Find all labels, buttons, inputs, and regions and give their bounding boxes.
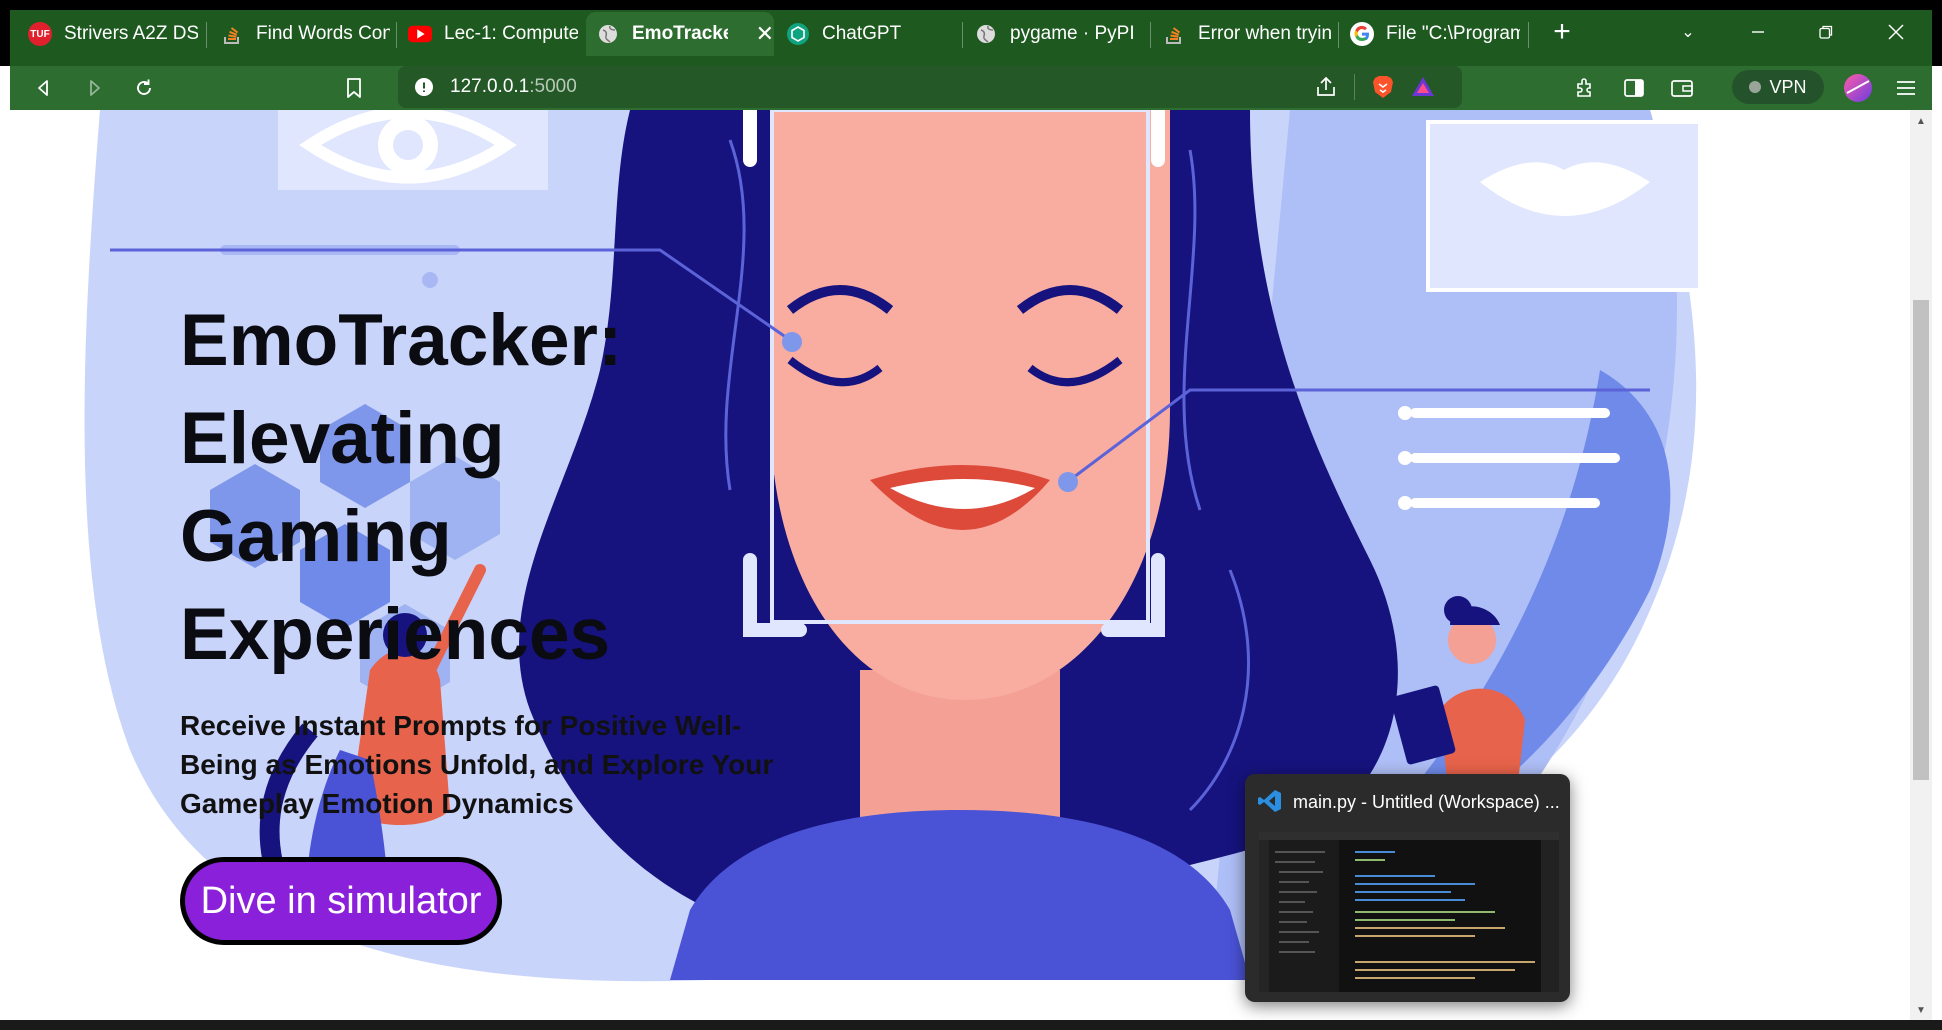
new-tab-button[interactable]: +: [1544, 14, 1580, 50]
tab-separator: [206, 22, 207, 48]
scroll-up-arrow-icon[interactable]: ▲: [1916, 116, 1926, 127]
site-info-icon[interactable]: [414, 77, 434, 102]
tab-search-chevron-icon[interactable]: ⌄: [1670, 14, 1706, 50]
tab-separator: [1338, 22, 1339, 48]
hero-title: EmoTracker: Elevating Gaming Experiences: [180, 300, 623, 675]
tuf-icon: TUF: [28, 22, 52, 46]
brave-rewards-icon[interactable]: [1410, 74, 1436, 105]
tab-separator: [1528, 22, 1529, 48]
tab-error[interactable]: Error when trying: [1162, 12, 1332, 56]
youtube-icon: [408, 22, 432, 46]
tab-separator: [962, 22, 963, 48]
menu-icon[interactable]: [1890, 72, 1922, 104]
forward-button[interactable]: [78, 72, 110, 104]
address-bar[interactable]: 127.0.0.1:5000: [398, 66, 1462, 108]
wallet-icon[interactable]: [1666, 72, 1698, 104]
extensions-icon[interactable]: [1570, 72, 1602, 104]
tab-label: Find Words Cont: [256, 23, 390, 44]
preview-window-title: main.py - Untitled (Workspace) ...: [1293, 792, 1560, 812]
toolbar-divider: [1354, 74, 1355, 100]
url-port: :5000: [529, 76, 577, 97]
hero-subtitle: Receive Instant Prompts for Positive Wel…: [180, 710, 774, 819]
brave-shields-icon[interactable]: [1370, 74, 1396, 105]
preview-thumbnail: [1259, 832, 1559, 992]
vscode-icon: [1257, 788, 1283, 819]
dive-in-simulator-button[interactable]: Dive in simulator: [180, 857, 502, 945]
tab-chatgpt[interactable]: ChatGPT: [786, 12, 956, 56]
url-host: 127.0.0.1: [450, 76, 530, 97]
tab-separator: [396, 22, 397, 48]
vpn-label: VPN: [1769, 76, 1807, 97]
tab-label: Strivers A2Z DSA: [64, 23, 198, 44]
share-icon[interactable]: [1314, 75, 1338, 104]
tab-find-words[interactable]: Find Words Cont: [220, 12, 390, 56]
profile-avatar[interactable]: [1842, 72, 1874, 104]
close-tab-icon[interactable]: ✕: [756, 21, 774, 47]
close-window-button[interactable]: [1878, 14, 1914, 50]
stack-overflow-icon: [220, 22, 244, 46]
bookmark-icon[interactable]: [338, 72, 370, 104]
restore-button[interactable]: [1808, 14, 1844, 50]
tab-separator: [1150, 22, 1151, 48]
back-button[interactable]: [28, 72, 60, 104]
tab-file-error[interactable]: File "C:\Program: [1350, 12, 1520, 56]
tab-label: EmoTracker: [632, 23, 728, 44]
tab-pygame[interactable]: pygame · PyPI: [974, 12, 1144, 56]
tab-label: Error when trying: [1198, 23, 1332, 44]
tab-label: Lec-1: Computer: [444, 23, 578, 44]
url-text: 127.0.0.1:5000: [450, 76, 577, 98]
tab-lecture[interactable]: Lec-1: Computer: [408, 12, 578, 56]
tab-label: ChatGPT: [822, 23, 902, 44]
vpn-button[interactable]: VPN: [1732, 70, 1824, 104]
reload-button[interactable]: [128, 72, 160, 104]
tab-label: pygame · PyPI: [1010, 23, 1135, 44]
globe-icon: [974, 22, 998, 46]
google-icon: [1350, 22, 1374, 46]
globe-icon: [596, 22, 620, 46]
tab-emotracker[interactable]: EmoTracker ✕: [586, 12, 774, 56]
chatgpt-icon: [786, 22, 810, 46]
browser-toolbar: 127.0.0.1:5000 VPN: [10, 66, 1932, 110]
page-viewport: EmoTracker: Elevating Gaming Experiences…: [10, 110, 1910, 1020]
taskbar-edge: [0, 1020, 1942, 1030]
stack-overflow-icon: [1162, 22, 1186, 46]
scroll-down-arrow-icon[interactable]: ▼: [1916, 1005, 1926, 1016]
scrollbar-thumb[interactable]: [1913, 300, 1929, 780]
taskbar-window-preview[interactable]: main.py - Untitled (Workspace) ...: [1245, 774, 1570, 1002]
sidebar-toggle-icon[interactable]: [1618, 72, 1650, 104]
tab-strip: TUF Strivers A2Z DSA Find Words Cont Lec…: [0, 0, 1942, 66]
minimize-button[interactable]: [1740, 14, 1776, 50]
page-scrollbar[interactable]: ▲ ▼: [1910, 110, 1932, 1020]
tab-label: File "C:\Program: [1386, 23, 1520, 44]
vpn-status-icon: [1749, 81, 1762, 93]
tab-strivers[interactable]: TUF Strivers A2Z DSA: [28, 12, 198, 56]
